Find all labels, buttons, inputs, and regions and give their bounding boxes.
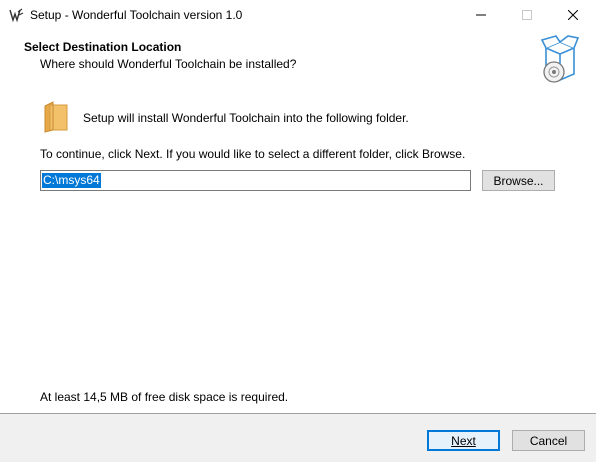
browse-button[interactable]: Browse...: [482, 170, 555, 191]
setup-app-icon: [9, 8, 24, 23]
wizard-header: Select Destination Location Where should…: [0, 30, 596, 92]
minimize-icon: [476, 14, 486, 16]
maximize-icon: [522, 10, 532, 20]
maximize-button: [504, 0, 550, 30]
disk-space-text: At least 14,5 MB of free disk space is r…: [40, 390, 289, 404]
folder-icon: [44, 101, 68, 133]
cancel-button-label: Cancel: [529, 433, 568, 448]
next-button[interactable]: Next: [427, 430, 500, 451]
page-subtitle: Where should Wonderful Toolchain be inst…: [40, 57, 297, 71]
destination-path-input[interactable]: C:\msys64: [40, 170, 471, 191]
wizard-footer: [0, 414, 596, 462]
install-info-text: Setup will install Wonderful Toolchain i…: [83, 111, 409, 125]
setup-box-disc-icon: [540, 35, 580, 83]
window-title: Setup - Wonderful Toolchain version 1.0: [30, 8, 243, 22]
close-button[interactable]: [550, 0, 596, 30]
continue-instructions: To continue, click Next. If you would li…: [40, 147, 466, 161]
browse-button-label: Browse...: [493, 173, 544, 188]
cancel-button[interactable]: Cancel: [512, 430, 585, 451]
title-bar: Setup - Wonderful Toolchain version 1.0: [0, 0, 596, 30]
destination-path-value: C:\msys64: [42, 173, 101, 188]
page-title: Select Destination Location: [24, 40, 182, 54]
minimize-button[interactable]: [458, 0, 504, 30]
close-icon: [568, 10, 578, 20]
next-button-label: Next: [451, 433, 476, 448]
